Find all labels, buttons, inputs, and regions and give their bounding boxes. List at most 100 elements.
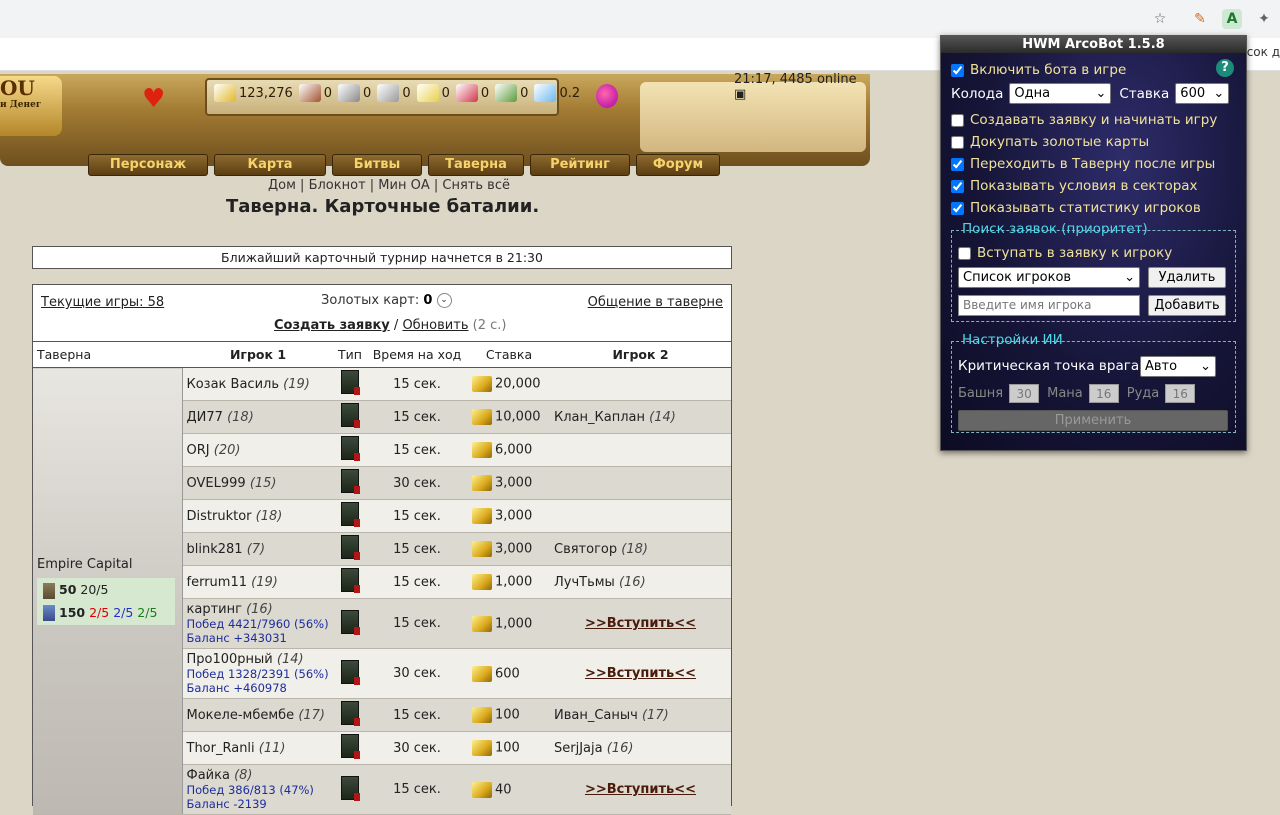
enable-bot-option[interactable]: Включить бота в игре [951, 62, 1126, 78]
player1-name[interactable]: Thor_Ranli [187, 741, 255, 756]
player2-cell: >>Вступить<< [550, 598, 731, 649]
add-button[interactable]: Добавить [1148, 295, 1226, 316]
card-deck-icon [341, 568, 360, 593]
deck-select[interactable]: Одна ⌄ [1009, 83, 1112, 104]
player2-level: (17) [641, 707, 669, 723]
mana-label: Мана [1047, 386, 1083, 401]
player1-name[interactable]: картинг [187, 602, 242, 617]
delete-button[interactable]: Удалить [1148, 267, 1226, 288]
gold-cards-label: Золотых карт: [321, 293, 420, 308]
extension-icon[interactable]: ✎ [1190, 9, 1210, 29]
tower-label: Башня [958, 386, 1004, 401]
player1-name[interactable]: ORJ [187, 443, 210, 458]
create-start-checkbox[interactable] [951, 113, 964, 127]
go-tavern-option[interactable]: Переходить в Таверну после игры [951, 156, 1215, 172]
gold-icon [472, 508, 492, 524]
join-player-option[interactable]: Вступать в заявку к игроку [958, 245, 1172, 261]
join-link[interactable]: >>Вступить<< [585, 666, 696, 681]
diamonds-icon [534, 84, 557, 102]
player2-name[interactable]: ЛучТьмы [554, 575, 615, 590]
bet-cell: 1,000 [468, 565, 550, 599]
bet-select[interactable]: 600 ⌄ [1175, 83, 1230, 104]
show-conditions-option[interactable]: Показывать условия в секторах [951, 178, 1198, 194]
deck-bet-row: Колода Одна ⌄ Ставка 600 ⌄ [951, 83, 1230, 104]
nav-tavern[interactable]: Таверна [428, 154, 524, 176]
critical-point-select[interactable]: Авто ⌄ [1140, 356, 1216, 377]
tavern-name[interactable]: Empire Capital [37, 557, 178, 572]
ore-input[interactable]: 16 [1165, 384, 1196, 403]
create-start-option[interactable]: Создавать заявку и начинать игру [951, 112, 1217, 128]
player1-name[interactable]: Козак Василь [187, 377, 280, 392]
gold-icon [472, 409, 492, 425]
join-player-checkbox[interactable] [958, 246, 971, 260]
nav-forum[interactable]: Форум [636, 154, 720, 176]
player2-name[interactable]: Иван_Саныч [554, 708, 638, 723]
refresh-link[interactable]: Обновить [402, 318, 468, 333]
type-cell [334, 466, 366, 500]
tavern-chat-link[interactable]: Общение в таверне [588, 295, 723, 310]
link-notebook[interactable]: Блокнот [309, 178, 366, 193]
create-request-link[interactable]: Создать заявку [274, 318, 390, 333]
player1-name[interactable]: blink281 [187, 542, 243, 557]
player-name-input[interactable]: Введите имя игрока [958, 295, 1140, 316]
buy-gold-option[interactable]: Докупать золотые карты [951, 134, 1149, 150]
player1-cell: Thor_Ranli (11) [182, 731, 334, 765]
apply-button[interactable]: Применить [958, 410, 1228, 431]
player1-name[interactable]: Про100рный [187, 652, 273, 667]
player2-name[interactable]: SerjJaja [554, 741, 603, 756]
radio-icon[interactable]: ▣ [734, 87, 746, 102]
link-withdraw-all[interactable]: Снять всё [442, 178, 510, 193]
player1-name[interactable]: Файка [187, 768, 230, 783]
game-logo[interactable]: ОU и Денег [0, 76, 62, 136]
player1-name[interactable]: Мокеле-мбембе [187, 708, 295, 723]
star-icon[interactable]: ☆ [1150, 9, 1170, 29]
bet-value: 3,000 [495, 475, 533, 491]
mana-input[interactable]: 16 [1088, 384, 1119, 403]
type-cell [334, 731, 366, 765]
link-home[interactable]: Дом [268, 178, 296, 193]
player1-level: (11) [258, 740, 286, 756]
ore-icon [338, 84, 361, 102]
link-min-oa[interactable]: Мин ОА [378, 178, 429, 193]
player2-name[interactable]: Клан_Каплан [554, 410, 645, 425]
tower-input[interactable]: 30 [1009, 384, 1040, 403]
bet-cell: 10,000 [468, 400, 550, 434]
player1-name[interactable]: ДИ77 [187, 410, 223, 425]
card-deck-icon [341, 701, 360, 726]
player2-level: (16) [618, 574, 646, 590]
bet-value: 6,000 [495, 442, 533, 458]
ore-label: Руда [1126, 386, 1160, 401]
potion-icon[interactable] [596, 84, 618, 108]
heart-icon[interactable]: ♥ [142, 84, 165, 114]
player1-wins: Побед 386/813 (47%) [186, 783, 314, 797]
logo-text: ОU [0, 76, 35, 100]
bet-cell: 100 [468, 698, 550, 732]
nav-battles[interactable]: Битвы [332, 154, 422, 176]
player1-balance: Баланс -2139 [186, 797, 267, 811]
player1-name[interactable]: Distruktor [187, 509, 252, 524]
puzzle-icon[interactable]: ✦ [1254, 9, 1274, 29]
player1-name[interactable]: OVEL999 [187, 476, 246, 491]
bet-value: 10,000 [495, 409, 541, 425]
show-stats-option[interactable]: Показывать статистику игроков [951, 200, 1201, 216]
show-stats-checkbox[interactable] [951, 201, 964, 215]
player2-name[interactable]: Святогор [554, 542, 617, 557]
gold-cards-value: 0 [423, 293, 433, 308]
join-link[interactable]: >>Вступить<< [585, 782, 696, 797]
show-conditions-checkbox[interactable] [951, 179, 964, 193]
deck-label: Колода [951, 85, 1004, 102]
join-link[interactable]: >>Вступить<< [585, 616, 696, 631]
nav-rating[interactable]: Рейтинг [530, 154, 630, 176]
player1-level: (20) [213, 442, 241, 458]
go-tavern-checkbox[interactable] [951, 157, 964, 171]
players-list-select[interactable]: Список игроков ⌄ [958, 267, 1140, 288]
nav-map[interactable]: Карта [214, 154, 326, 176]
buy-gold-checkbox[interactable] [951, 135, 964, 149]
current-games-link[interactable]: Текущие игры: 58 [41, 295, 164, 310]
nav-character[interactable]: Персонаж [88, 154, 208, 176]
chevron-down-icon[interactable]: ⌄ [436, 293, 452, 308]
enable-bot-checkbox[interactable] [951, 63, 964, 77]
help-button[interactable]: ? [1216, 59, 1234, 77]
player1-name[interactable]: ferrum11 [187, 575, 247, 590]
arcobot-extension-icon[interactable]: A [1222, 9, 1242, 29]
